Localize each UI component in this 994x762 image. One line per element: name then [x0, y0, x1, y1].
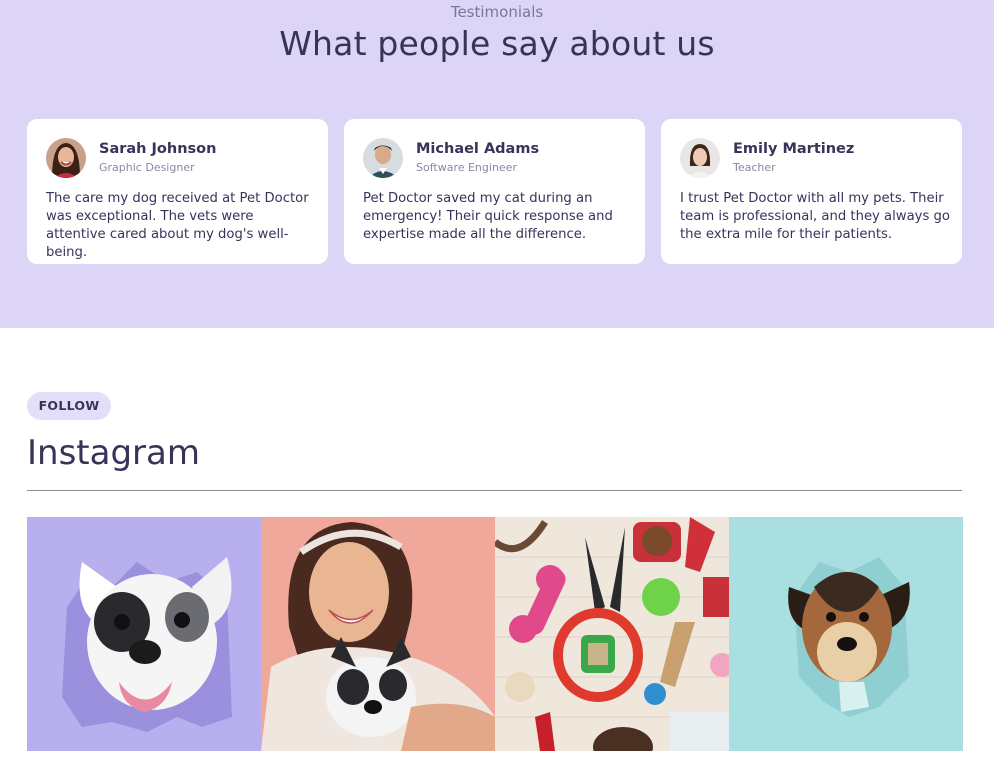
- testimonials-title: What people say about us: [279, 24, 715, 63]
- instagram-photo-woman-with-dog[interactable]: [261, 517, 495, 751]
- avatar: [46, 138, 86, 178]
- avatar: [680, 138, 720, 178]
- testimonial-quote: Pet Doctor saved my cat during an emerge…: [363, 191, 613, 242]
- testimonial-card: Michael Adams Software Engineer Pet Doct…: [344, 119, 645, 264]
- section-divider: [27, 490, 962, 491]
- reviewer-role: Teacher: [733, 161, 776, 174]
- testimonials-eyebrow: Testimonials: [450, 3, 544, 21]
- testimonial-quote: I trust Pet Doctor with all my pets. The…: [680, 191, 950, 242]
- testimonial-card: Sarah Johnson Graphic Designer The care …: [27, 119, 328, 264]
- reviewer-name: Emily Martinez: [733, 141, 855, 157]
- reviewer-role: Graphic Designer: [99, 161, 195, 174]
- testimonial-card: Emily Martinez Teacher I trust Pet Docto…: [661, 119, 962, 264]
- testimonials-section: Testimonials What people say about us Sa…: [0, 0, 994, 328]
- reviewer-name: Michael Adams: [416, 141, 540, 157]
- instagram-title: Instagram: [27, 433, 200, 473]
- avatar: [363, 138, 403, 178]
- instagram-photo-dog-through-paper[interactable]: [729, 517, 963, 751]
- testimonial-quote: The care my dog received at Pet Doctor w…: [46, 191, 309, 260]
- reviewer-role: Software Engineer: [416, 161, 517, 174]
- instagram-photo-pet-toys[interactable]: [495, 517, 729, 751]
- reviewer-name: Sarah Johnson: [99, 141, 217, 157]
- instagram-photo-french-bulldog[interactable]: [27, 517, 261, 751]
- follow-badge[interactable]: FOLLOW: [27, 392, 111, 420]
